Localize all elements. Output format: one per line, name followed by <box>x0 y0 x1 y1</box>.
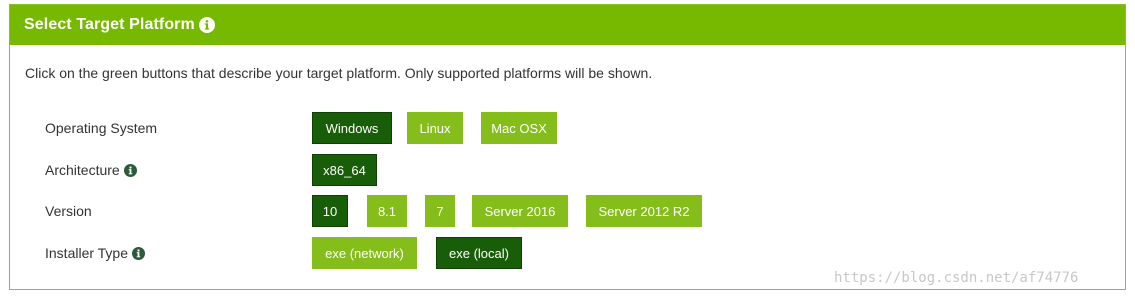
info-circle-icon[interactable] <box>198 17 215 33</box>
option-exe-local-button[interactable]: exe (local) <box>436 237 522 269</box>
option-label: exe (network) <box>325 245 404 261</box>
option-linux-button[interactable]: Linux <box>407 112 463 144</box>
option-label: Server 2012 R2 <box>598 203 690 219</box>
option-label: Windows <box>325 120 379 136</box>
option-label: 7 <box>436 203 444 219</box>
option-label: exe (local) <box>449 245 509 261</box>
row-label-text: Installer Type <box>45 245 129 261</box>
option-exe-network-button[interactable]: exe (network) <box>312 237 417 269</box>
option-label: Mac OSX <box>491 120 547 136</box>
row-installer-type: Installer Type exe (network) exe (local) <box>10 237 1125 269</box>
row-operating-system: Operating System Windows Linux Mac OSX <box>10 112 1125 144</box>
select-target-platform-panel: Select Target Platform Click on the gree… <box>9 4 1126 290</box>
option-server-2012-r2-button[interactable]: Server 2012 R2 <box>586 195 702 227</box>
option-10-button[interactable]: 10 <box>312 195 348 227</box>
option-label: x86_64 <box>323 162 366 178</box>
watermark-url: https://blog.csdn.net/af74776 <box>834 270 1079 286</box>
row-label-text: Version <box>45 203 92 219</box>
row-label-text: Operating System <box>45 120 158 136</box>
option-x86-64-button[interactable]: x86_64 <box>312 154 377 186</box>
panel-title: Select Target Platform <box>24 16 195 33</box>
option-mac-osx-button[interactable]: Mac OSX <box>481 112 557 144</box>
option-7-button[interactable]: 7 <box>425 195 455 227</box>
info-circle-icon[interactable] <box>123 163 137 177</box>
row-label-operating-system: Operating System <box>45 120 157 136</box>
row-label-version: Version <box>45 203 92 219</box>
option-windows-button[interactable]: Windows <box>312 112 392 144</box>
platform-description: Click on the green buttons that describe… <box>25 65 653 81</box>
row-version: Version 10 8.1 7 Server 2016 Server 2012… <box>10 195 1125 227</box>
option-label: 8.1 <box>377 203 397 219</box>
option-label: 10 <box>322 203 338 219</box>
row-label-text: Architecture <box>45 162 120 178</box>
option-server-2016-button[interactable]: Server 2016 <box>472 195 568 227</box>
row-label-architecture: Architecture <box>45 162 137 178</box>
row-architecture: Architecture x86_64 <box>10 154 1125 186</box>
option-label: Server 2016 <box>484 203 556 219</box>
option-label: Linux <box>419 120 451 136</box>
info-circle-icon[interactable] <box>132 246 146 260</box>
panel-header: Select Target Platform <box>10 5 1125 45</box>
row-label-installer-type: Installer Type <box>45 245 146 261</box>
option-8-1-button[interactable]: 8.1 <box>367 195 407 227</box>
